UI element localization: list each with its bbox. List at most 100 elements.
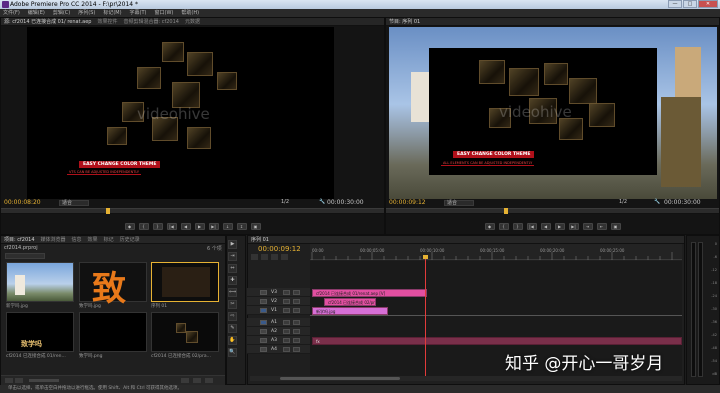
pen-tool-icon[interactable]: ✎ xyxy=(228,324,237,333)
tab-history[interactable]: 历史记录 xyxy=(120,236,140,243)
track-header-a1[interactable]: A1 xyxy=(247,318,310,327)
project-search-input[interactable] xyxy=(5,253,45,259)
track-header-a3[interactable]: A3 xyxy=(247,336,310,345)
track-header-a4[interactable]: A4 xyxy=(247,345,310,354)
export-frame-button[interactable]: ▣ xyxy=(250,222,261,230)
project-thumb-image[interactable] xyxy=(6,262,74,302)
timeline-playhead[interactable] xyxy=(422,255,428,379)
razor-tool-icon[interactable]: ✂ xyxy=(228,300,237,309)
playhead-handle[interactable] xyxy=(422,255,428,259)
track-target[interactable] xyxy=(260,329,267,334)
project-item-label[interactable]: 序列 01 xyxy=(151,303,167,309)
zoom-tool-icon[interactable]: 🔍 xyxy=(228,348,237,357)
project-thumb-black[interactable]: 致学吗 xyxy=(6,312,74,352)
extract-button[interactable]: ⇤ xyxy=(596,222,607,230)
mark-in-button[interactable]: { xyxy=(498,222,509,230)
tab-effect-controls[interactable]: 效果控件 xyxy=(97,18,117,25)
close-button[interactable]: ✕ xyxy=(698,0,718,8)
export-frame-button[interactable]: ▣ xyxy=(610,222,621,230)
mute-icon[interactable] xyxy=(283,329,290,334)
track-target[interactable] xyxy=(260,290,267,295)
menu-file[interactable]: 文件(F) xyxy=(3,9,20,17)
wrench-icon[interactable]: 🔧 xyxy=(654,199,660,205)
eye-icon[interactable] xyxy=(293,308,300,313)
step-back-button[interactable]: ◀ xyxy=(540,222,551,230)
project-item-label[interactable]: 致学吗.jpg xyxy=(79,303,101,309)
project-item-label[interactable]: 致学吗.png xyxy=(79,353,103,359)
hand-tool-icon[interactable]: ✋ xyxy=(228,336,237,345)
step-forward-button[interactable]: ▶| xyxy=(568,222,579,230)
lock-icon[interactable] xyxy=(283,290,290,295)
track-header-a2[interactable]: A2 xyxy=(247,327,310,336)
lift-button[interactable]: ⇥ xyxy=(582,222,593,230)
track-target[interactable] xyxy=(260,299,267,304)
project-thumb-text[interactable]: 致 xyxy=(79,262,147,309)
mute-icon[interactable] xyxy=(283,338,290,343)
menu-sequence[interactable]: 序列(S) xyxy=(78,9,95,17)
mark-in-button[interactable]: { xyxy=(138,222,149,230)
source-resolution[interactable]: 1/2 xyxy=(281,199,289,205)
go-to-in-button[interactable]: |◀ xyxy=(526,222,537,230)
step-back-button[interactable]: ◀ xyxy=(180,222,191,230)
eye-icon[interactable] xyxy=(293,299,300,304)
program-zoom-select[interactable]: 适合 xyxy=(444,200,474,206)
maximize-button[interactable]: □ xyxy=(683,0,697,8)
mark-out-button[interactable]: } xyxy=(152,222,163,230)
source-zoom-select[interactable]: 适合 xyxy=(59,200,89,206)
new-item-icon[interactable] xyxy=(193,378,201,383)
program-resolution[interactable]: 1/2 xyxy=(619,199,627,205)
go-to-in-button[interactable]: |◀ xyxy=(166,222,177,230)
source-timecode-current[interactable]: 00:00:08:20 xyxy=(4,199,41,206)
track-select-tool-icon[interactable]: ⇥ xyxy=(228,252,237,261)
track-header-v2[interactable]: V2 xyxy=(247,297,310,306)
new-bin-icon[interactable] xyxy=(181,378,189,383)
tab-markers[interactable]: 标记 xyxy=(104,236,114,243)
play-button[interactable]: ▶ xyxy=(554,222,565,230)
project-item-label[interactable]: 新学吗.jpg xyxy=(6,303,28,309)
menu-edit[interactable]: 编辑(E) xyxy=(28,9,45,17)
timeline-timecode[interactable]: 00:00:09:12 xyxy=(258,245,301,253)
track-target[interactable] xyxy=(260,347,267,352)
project-item-label[interactable]: cf2014 已连接合成 01/ren... xyxy=(6,353,66,359)
timeline-ruler[interactable]: 00:00 00:00:05:00 00:00:10:00 00:00:15:0… xyxy=(310,244,682,260)
track-target[interactable] xyxy=(260,320,267,325)
wrench-icon[interactable] xyxy=(281,254,288,260)
lock-icon[interactable] xyxy=(283,308,290,313)
linked-selection-icon[interactable] xyxy=(261,254,268,260)
rolling-edit-tool-icon[interactable]: ✚ xyxy=(228,276,237,285)
project-item-label[interactable]: cf2014 已连接合成 02/pra... xyxy=(151,353,211,359)
menu-clip[interactable]: 剪辑(C) xyxy=(53,9,70,17)
menu-help[interactable]: 帮助(H) xyxy=(181,9,199,17)
wrench-icon[interactable]: 🔧 xyxy=(319,199,325,205)
track-target[interactable] xyxy=(260,338,267,343)
mark-out-button[interactable]: } xyxy=(512,222,523,230)
menu-window[interactable]: 窗口(W) xyxy=(155,9,174,17)
solo-icon[interactable] xyxy=(293,329,300,334)
program-timecode-current[interactable]: 00:00:09:12 xyxy=(389,199,426,206)
tab-audio-clip-mixer[interactable]: 音频剪辑混合器: cf2014 xyxy=(123,18,179,25)
project-thumb-sequence[interactable] xyxy=(151,262,219,302)
source-scrub-bar[interactable] xyxy=(1,208,384,214)
list-view-icon[interactable] xyxy=(5,378,13,383)
track-header-v3[interactable]: V3 xyxy=(247,288,310,297)
ripple-edit-tool-icon[interactable]: ⇔ xyxy=(228,264,237,273)
eye-icon[interactable] xyxy=(293,290,300,295)
timeline-clip-v3[interactable]: cf2014 已连接合成 01/renat.aep [V] xyxy=(312,289,428,297)
tab-info[interactable]: 信息 xyxy=(72,236,82,243)
tab-project[interactable]: 项目: cf2014 xyxy=(4,236,35,243)
insert-button[interactable]: ↓ xyxy=(222,222,233,230)
rate-stretch-tool-icon[interactable]: ⟺ xyxy=(228,288,237,297)
add-marker-icon[interactable] xyxy=(271,254,278,260)
minimize-button[interactable]: — xyxy=(668,0,682,8)
menu-marker[interactable]: 标记(M) xyxy=(103,9,121,17)
solo-icon[interactable] xyxy=(293,338,300,343)
project-thumb-black-text[interactable] xyxy=(79,312,147,352)
track-header-v1[interactable]: V1 xyxy=(247,306,310,315)
add-marker-button[interactable]: ◆ xyxy=(124,222,135,230)
play-button[interactable]: ▶ xyxy=(194,222,205,230)
solo-icon[interactable] xyxy=(293,347,300,352)
timeline-clip-v2[interactable]: cf2014 已连接合成 02/prdl.aep xyxy=(324,298,376,306)
tab-effects[interactable]: 效果 xyxy=(88,236,98,243)
program-scrub-bar[interactable] xyxy=(386,208,719,214)
tab-sequence-01[interactable]: 序列 01 xyxy=(251,236,269,243)
